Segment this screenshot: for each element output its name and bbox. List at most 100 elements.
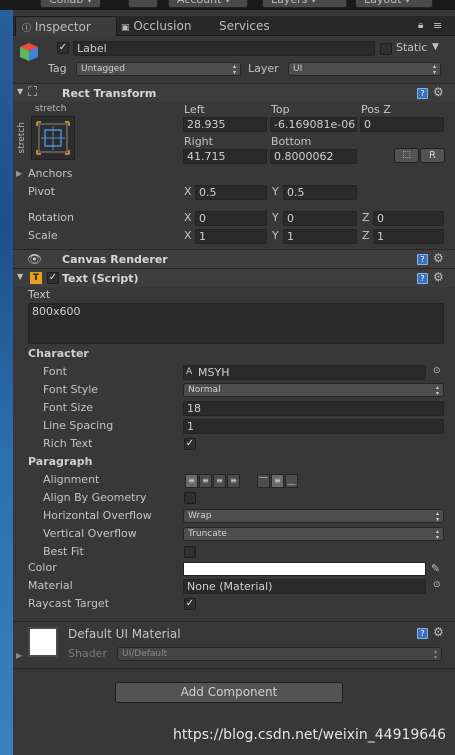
line-spacing-label: Line Spacing [43,419,114,432]
rich-text-checkbox[interactable]: ✓ [184,438,196,450]
static-label: Static [396,41,428,54]
anchor-stretch-icon [36,121,70,155]
line-spacing-field[interactable]: 1 [183,419,444,434]
anchor-preset-vertical-label: stretch [17,122,27,154]
bottom-field[interactable]: 0.8000062 [270,149,357,164]
static-checkbox[interactable] [380,43,392,55]
raw-edit-button[interactable]: R [420,148,445,163]
rotation-label: Rotation [28,211,75,224]
scale-x-field[interactable]: 1 [195,229,267,244]
rotation-y-field[interactable]: 0 [283,211,357,226]
active-checkbox[interactable]: ✓ [57,42,69,54]
font-label: Font [43,365,67,378]
rotation-z-field[interactable]: 0 [373,211,444,226]
tab-services[interactable]: Services [219,16,270,36]
left-field[interactable]: 28.935 [183,117,267,132]
static-dropdown-icon[interactable]: ▼ [432,42,439,52]
canvas-renderer-title: Canvas Renderer [62,253,168,266]
divider [13,621,455,622]
eye-icon: 👁︎ [27,252,43,266]
anchors-foldout-icon[interactable]: ▶ [16,169,22,178]
raycast-target-checkbox[interactable]: ✓ [184,598,196,610]
text-script-header[interactable]: ▼ T ✓ Text (Script) ? ⚙ [13,268,455,287]
right-field[interactable]: 41.715 [183,149,267,164]
rect-transform-header[interactable]: ▼ ⛶ Rect Transform ? ⚙ [13,83,455,102]
align-top-button[interactable]: ⎺ [257,474,270,488]
layout-button[interactable]: Layout ▾ [355,0,433,8]
tab-occlusion-label: Occlusion [133,19,192,33]
help-icon[interactable]: ? [417,254,428,265]
best-fit-checkbox[interactable] [184,546,196,558]
scale-y-label: Y [272,229,279,242]
collab-button[interactable]: Collab ▾ [40,0,102,8]
anchors-label[interactable]: Anchors [28,167,73,180]
divider [13,668,455,669]
canvas-renderer-header[interactable]: 👁︎ Canvas Renderer ? ⚙ [13,249,455,268]
scale-z-field[interactable]: 1 [373,229,444,244]
align-top-icon: ⎺ [259,476,268,485]
align-middle-button[interactable]: ≡ [271,474,284,488]
gear-icon[interactable]: ⚙ [433,271,444,283]
rotation-x-field[interactable]: 0 [195,211,267,226]
vertical-overflow-dropdown[interactable]: Truncate [183,527,444,541]
material-field[interactable]: None (Material) [183,579,426,594]
lock-icon[interactable]: 🔒︎ [418,20,423,31]
cloud-button[interactable] [128,0,158,8]
help-icon[interactable]: ? [417,628,428,639]
gear-icon[interactable]: ⚙ [433,252,444,264]
material-title: Default UI Material [68,627,181,641]
foldout-arrow-icon[interactable]: ▼ [17,87,23,96]
object-picker-icon[interactable]: ⊙ [433,580,441,590]
tab-occlusion[interactable]: ▣ Occlusion [121,16,191,36]
color-swatch[interactable] [183,562,426,576]
align-left-button[interactable]: ≡ [185,474,198,488]
rect-transform-title: Rect Transform [62,87,157,100]
object-picker-icon[interactable]: ⊙ [433,366,441,376]
align-right-button[interactable]: ≡ [213,474,226,488]
align-center-button[interactable]: ≡ [199,474,212,488]
align-justify-button[interactable]: ≡ [227,474,240,488]
alignment-label: Alignment [43,473,100,486]
font-style-dropdown[interactable]: Normal [183,383,444,397]
pivot-y-field[interactable]: 0.5 [283,185,357,200]
right-label: Right [184,135,213,148]
horizontal-overflow-dropdown[interactable]: Wrap [183,509,444,523]
font-value: MSYH [198,366,230,379]
blueprint-mode-button[interactable]: ⬚ [394,148,419,163]
anchor-presets-button[interactable] [31,116,75,160]
text-content-area[interactable]: 800x600 [28,303,444,344]
align-middle-icon: ≡ [274,476,281,485]
align-bottom-icon: ⎽ [287,476,296,485]
pivot-x-field[interactable]: 0.5 [195,185,267,200]
scale-y-field[interactable]: 1 [283,229,357,244]
tab-menu-icon[interactable]: ≡ [433,19,442,32]
gear-icon[interactable]: ⚙ [433,86,444,98]
help-icon[interactable]: ? [417,273,428,284]
account-button[interactable]: Account ▾ [168,0,248,8]
watermark-text: https://blog.csdn.net/weixin_44919646 [173,727,447,743]
material-foldout-icon[interactable]: ▶ [16,651,22,660]
text-enabled-checkbox[interactable]: ✓ [47,272,59,284]
tag-dropdown[interactable]: Untagged [76,62,241,76]
top-field[interactable]: -6.169081e-06 [270,117,357,132]
tab-inspector[interactable]: ⓘ Inspector [15,16,117,36]
layers-button[interactable]: Layers ▾ [262,0,347,8]
add-component-button[interactable]: Add Component [115,682,343,703]
font-field[interactable]: A MSYH [183,365,426,380]
align-by-geometry-checkbox[interactable] [184,492,196,504]
tab-bar: ⓘ Inspector ▣ Occlusion Services 🔒︎ ≡ [13,16,455,36]
posz-field[interactable]: 0 [360,117,444,132]
left-label: Left [184,103,205,116]
foldout-arrow-icon[interactable]: ▼ [17,272,23,281]
align-bottom-button[interactable]: ⎽ [285,474,298,488]
shader-label: Shader [68,647,107,660]
blueprint-icon: ⬚ [402,150,411,160]
object-name-field[interactable]: Label [73,41,375,56]
gear-icon[interactable]: ⚙ [433,626,444,638]
anchor-preset-horizontal-label: stretch [35,104,67,114]
help-icon[interactable]: ? [417,88,428,99]
layer-dropdown[interactable]: UI [288,62,441,76]
font-size-field[interactable]: 18 [183,401,444,416]
eyedropper-icon[interactable]: ✎ [431,562,440,575]
shader-dropdown[interactable]: UI/Default [117,647,442,661]
